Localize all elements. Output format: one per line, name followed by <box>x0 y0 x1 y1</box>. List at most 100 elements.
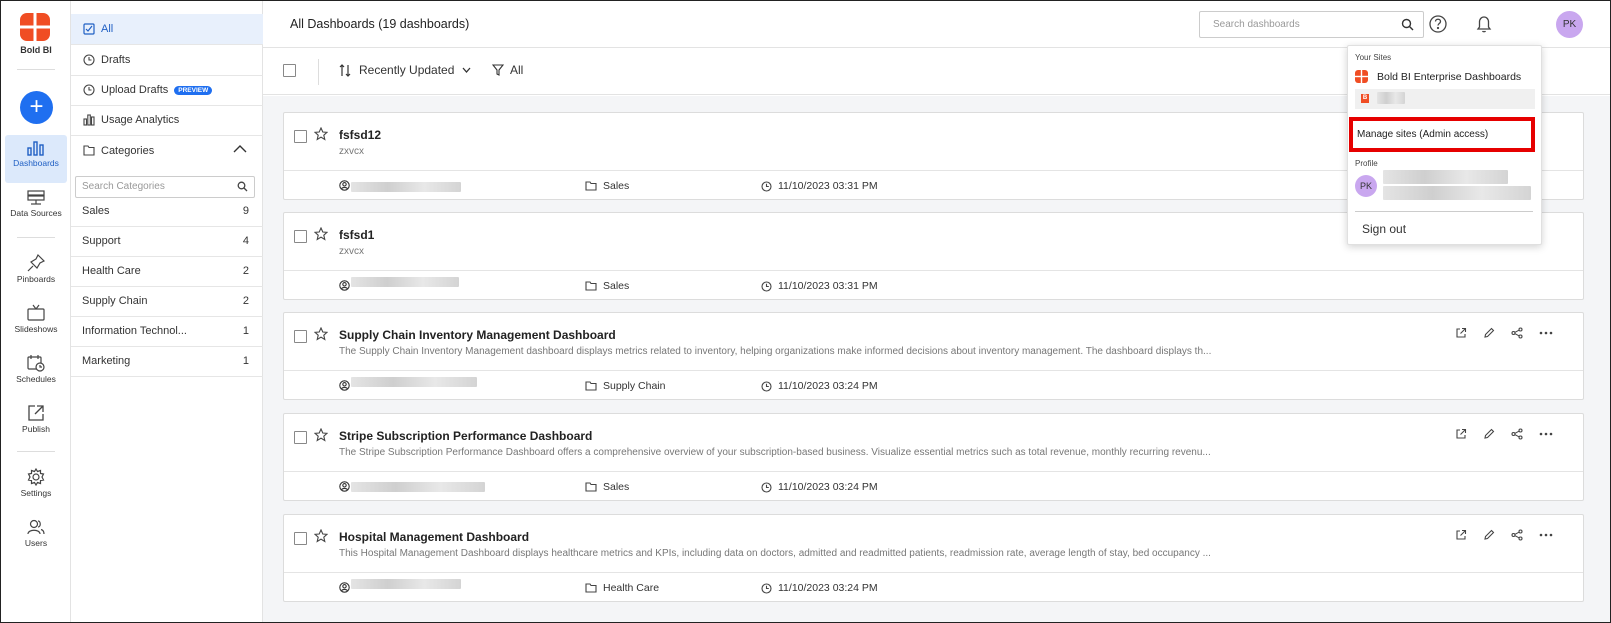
search-icon[interactable] <box>1401 18 1414 31</box>
more-icon[interactable] <box>1539 529 1553 543</box>
card-footer: Health Care 11/10/2023 03:24 PM <box>284 572 1583 602</box>
star-icon[interactable] <box>314 327 328 341</box>
app-window: Bold BI + Dashboards Data Sources Pinboa… <box>0 0 1611 623</box>
card-checkbox[interactable] <box>294 330 307 343</box>
sort-dropdown[interactable]: Recently Updated <box>339 63 479 77</box>
card-title[interactable]: fsfsd12 <box>339 128 381 142</box>
open-external-icon[interactable] <box>1455 529 1469 543</box>
card-description: The Stripe Subscription Performance Dash… <box>339 447 1211 458</box>
share-icon[interactable] <box>1511 327 1525 341</box>
category-name: Sales <box>82 205 110 217</box>
user-avatar[interactable]: PK <box>1556 11 1583 38</box>
folder-icon <box>585 181 597 191</box>
edit-icon[interactable] <box>1483 327 1497 341</box>
dashboard-card[interactable]: Supply Chain Inventory Management Dashbo… <box>283 312 1584 400</box>
card-date: 11/10/2023 03:31 PM <box>761 180 878 192</box>
bold-bi-logo <box>20 13 50 41</box>
chevron-down-icon <box>462 67 471 73</box>
profile-avatar[interactable]: PK <box>1355 175 1377 197</box>
manage-sites-link[interactable]: Manage sites (Admin access) <box>1349 117 1535 152</box>
calendar-clock-icon <box>27 355 45 372</box>
edit-icon[interactable] <box>1483 428 1497 442</box>
profile-label: Profile <box>1355 159 1378 168</box>
category-item-supply-chain[interactable]: Supply Chain 2 <box>71 286 263 317</box>
folder-icon <box>585 482 597 492</box>
rail-item-slideshows[interactable]: Slideshows <box>5 299 67 347</box>
category-item-information-technology[interactable]: Information Technol... 1 <box>71 316 263 347</box>
rail-item-settings[interactable]: Settings <box>5 463 67 511</box>
more-icon[interactable] <box>1539 327 1553 341</box>
star-icon[interactable] <box>314 428 328 442</box>
folder-icon <box>585 381 597 391</box>
rail-item-data-sources[interactable]: Data Sources <box>5 185 67 233</box>
card-checkbox[interactable] <box>294 130 307 143</box>
nav-upload-drafts[interactable]: Upload Drafts PREVIEW <box>71 75 263 106</box>
your-sites-label: Your Sites <box>1355 53 1392 62</box>
star-icon[interactable] <box>314 227 328 241</box>
edit-icon[interactable] <box>1483 529 1497 543</box>
card-checkbox[interactable] <box>294 230 307 243</box>
card-category-label: Sales <box>603 180 630 192</box>
card-title[interactable]: Stripe Subscription Performance Dashboar… <box>339 429 592 443</box>
card-title[interactable]: Supply Chain Inventory Management Dashbo… <box>339 328 616 342</box>
category-item-health-care[interactable]: Health Care 2 <box>71 256 263 287</box>
tv-icon <box>27 304 45 321</box>
rail-label-data-sources: Data Sources <box>10 208 62 218</box>
filter-button[interactable]: All <box>492 63 523 77</box>
nav-usage-analytics[interactable]: Usage Analytics <box>71 105 263 136</box>
star-icon[interactable] <box>314 529 328 543</box>
star-icon[interactable] <box>314 127 328 141</box>
rail-divider <box>17 451 55 452</box>
user-circle-icon <box>339 380 350 391</box>
bold-bi-logo-icon <box>1355 70 1368 83</box>
category-count: 1 <box>242 355 249 367</box>
nav-categories[interactable]: Categories <box>71 135 263 166</box>
category-item-support[interactable]: Support 4 <box>71 226 263 257</box>
category-item-marketing[interactable]: Marketing 1 <box>71 346 263 377</box>
preview-badge: PREVIEW <box>174 85 213 95</box>
card-date-label: 11/10/2023 03:24 PM <box>778 582 878 594</box>
card-category: Sales <box>585 280 629 292</box>
filter-label: All <box>510 63 524 77</box>
more-icon[interactable] <box>1539 428 1553 442</box>
open-external-icon[interactable] <box>1455 428 1469 442</box>
rail-item-users[interactable]: Users <box>5 513 67 561</box>
card-title[interactable]: Hospital Management Dashboard <box>339 530 529 544</box>
card-actions <box>1455 428 1553 442</box>
nav-drafts[interactable]: Drafts <box>71 45 263 76</box>
rail-divider <box>17 237 55 238</box>
card-actions <box>1455 529 1553 543</box>
site-link[interactable]: Bold BI Enterprise Dashboards <box>1355 70 1521 83</box>
rail-item-publish[interactable]: Publish <box>5 399 67 447</box>
dashboard-search-input[interactable]: Search dashboards <box>1199 11 1424 38</box>
help-icon[interactable] <box>1427 13 1449 35</box>
page-title: All Dashboards (19 dashboards) <box>290 17 470 31</box>
category-count: 4 <box>242 235 249 247</box>
rail-item-pinboards[interactable]: Pinboards <box>5 249 67 297</box>
add-button[interactable]: + <box>20 91 53 124</box>
share-icon[interactable] <box>1511 428 1525 442</box>
card-checkbox[interactable] <box>294 532 307 545</box>
site-sub-item-redacted[interactable]: B <box>1355 89 1535 109</box>
rail-item-schedules[interactable]: Schedules <box>5 349 67 397</box>
select-all-checkbox[interactable] <box>283 64 296 77</box>
bell-icon[interactable] <box>1473 13 1495 35</box>
dashboard-card[interactable]: Stripe Subscription Performance Dashboar… <box>283 413 1584 501</box>
category-item-sales[interactable]: Sales 9 <box>71 196 263 227</box>
header-bar: All Dashboards (19 dashboards) Search da… <box>263 1 1610 48</box>
gear-icon <box>27 468 45 486</box>
rail-item-dashboards[interactable]: Dashboards <box>5 135 67 183</box>
profile-dropdown: Your Sites Bold BI Enterprise Dashboards… <box>1347 45 1542 245</box>
card-checkbox[interactable] <box>294 431 307 444</box>
nav-all[interactable]: All <box>71 14 263 45</box>
card-title[interactable]: fsfsd1 <box>339 228 374 242</box>
owner-name-redacted <box>351 482 485 492</box>
share-icon[interactable] <box>1511 529 1525 543</box>
category-search-input[interactable]: Search Categories <box>75 176 255 198</box>
chevron-up-icon[interactable] <box>233 144 247 153</box>
sort-label: Recently Updated <box>359 63 455 77</box>
sign-out-link[interactable]: Sign out <box>1362 222 1406 236</box>
dashboard-card[interactable]: Hospital Management Dashboard This Hospi… <box>283 514 1584 602</box>
open-external-icon[interactable] <box>1455 327 1469 341</box>
card-category-label: Health Care <box>603 582 660 594</box>
